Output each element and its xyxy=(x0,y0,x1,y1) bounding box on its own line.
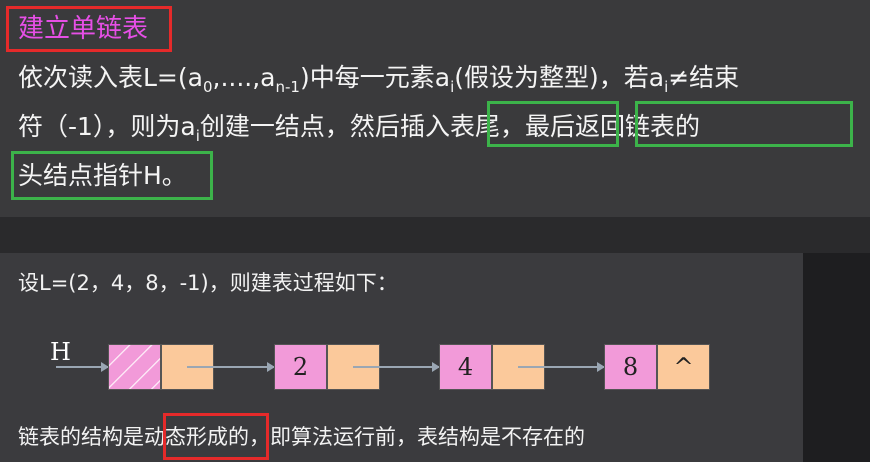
red-box-dynamic xyxy=(163,413,269,460)
text-span: ,....,a xyxy=(212,63,276,92)
right-dark-area xyxy=(803,253,870,462)
text-span: )中每一元素a xyxy=(299,63,451,92)
node-2-data: 2 xyxy=(274,344,327,390)
text-span: 的，即算法运行前，表结构是不存在的 xyxy=(228,425,585,449)
text-span: 创建一结点，然后 xyxy=(199,112,400,141)
green-box-head-pointer xyxy=(11,151,213,200)
head-pointer-label: H xyxy=(50,338,71,366)
node-4-data: 4 xyxy=(439,344,492,390)
highlight-insert-tail: 插入表尾 xyxy=(399,112,500,141)
footer-text: 链表的结构是动态形成的，即算法运行前，表结构是不存在的 xyxy=(18,420,585,454)
slide-title: 建立单链表 xyxy=(18,14,149,44)
link-arrow-2 xyxy=(353,362,440,372)
head-arrow xyxy=(56,362,109,372)
node-8-data: 8 xyxy=(604,344,657,390)
text-span: (假设为整型)，若a xyxy=(454,63,665,92)
paragraph-line-1: 依次读入表L=(a0,....,an-1)中每一元素ai(假设为整型)，若ai≠… xyxy=(18,61,739,95)
link-arrow-3 xyxy=(518,362,605,372)
link-arrow-1 xyxy=(187,362,275,372)
green-box-insert-tail xyxy=(487,101,619,147)
section-gap xyxy=(0,217,870,253)
text-span: ≠结束 xyxy=(668,63,740,92)
node-head-data xyxy=(108,344,161,390)
green-box-return-list xyxy=(635,101,853,147)
subscript: 0 xyxy=(202,78,213,96)
text-span: 链表的结构是 xyxy=(18,425,144,449)
node-8-null-pointer: ^ xyxy=(657,344,710,390)
example-text: 设L=(2，4，8，-1)，则建表过程如下： xyxy=(18,271,398,295)
text-span: 依次读入表L=(a xyxy=(18,63,203,92)
subscript: n-1 xyxy=(275,78,300,96)
text-span: 符（-1），则为a xyxy=(18,112,196,141)
